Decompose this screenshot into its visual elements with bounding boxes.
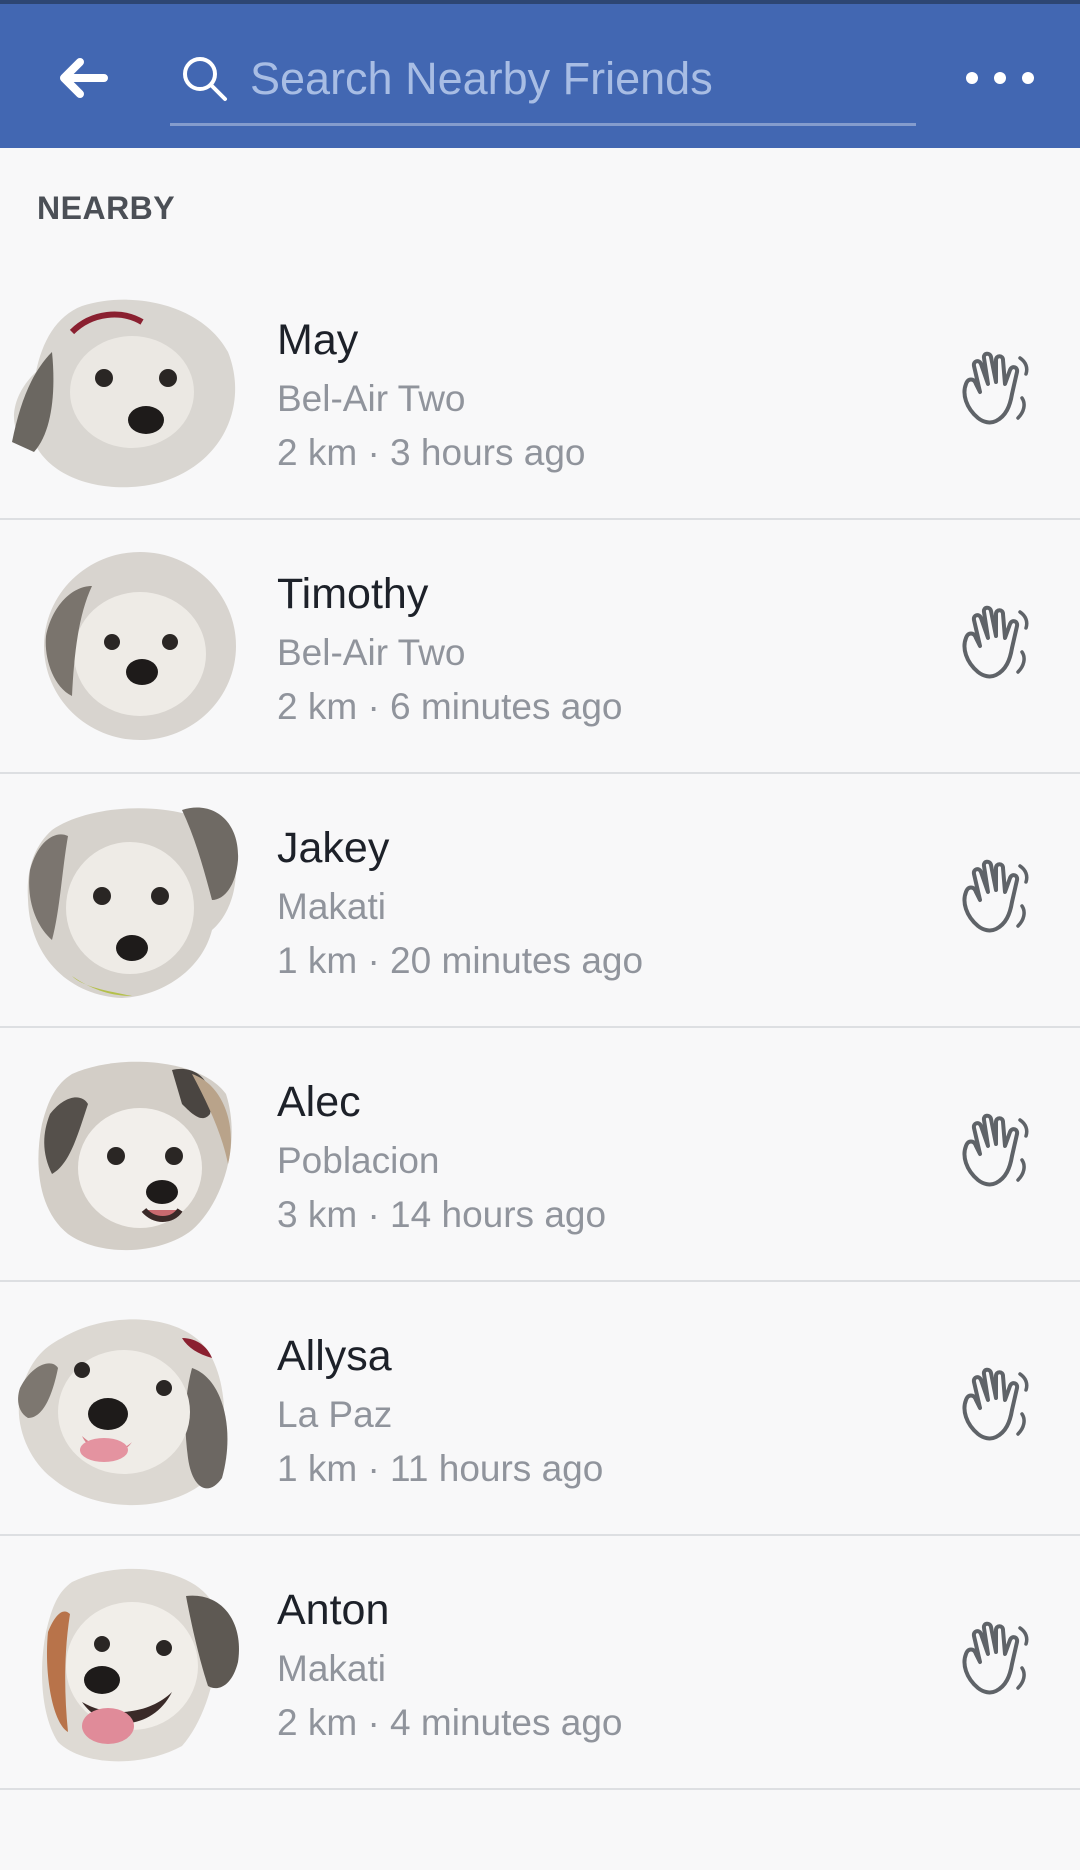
more-horizontal-icon: [994, 72, 1006, 84]
wave-hand-icon: [962, 351, 1029, 425]
search-icon: [183, 57, 227, 101]
friend-distance-time: 2 km · 3 hours ago: [277, 432, 586, 473]
friend-distance-time: 2 km · 6 minutes ago: [277, 686, 623, 727]
top-bar: [0, 0, 1080, 148]
friend-name: Anton: [277, 1586, 390, 1634]
friend-distance-time: 1 km · 20 minutes ago: [277, 940, 644, 981]
friend-row[interactable]: Alec Poblacion 3 km · 14 hours ago: [0, 1028, 1080, 1282]
wave-hand-icon: [962, 605, 1029, 679]
more-horizontal-icon: [1022, 72, 1034, 84]
wave-button[interactable]: [950, 342, 1042, 434]
friend-name: Jakey: [277, 824, 390, 872]
friend-row[interactable]: May Bel-Air Two 2 km · 3 hours ago: [0, 266, 1080, 520]
avatar[interactable]: [12, 1308, 240, 1508]
wave-hand-icon: [962, 859, 1029, 933]
friend-row[interactable]: Allysa La Paz 1 km · 11 hours ago: [0, 1282, 1080, 1536]
avatar[interactable]: [12, 1054, 240, 1254]
wave-hand-icon: [962, 1621, 1029, 1695]
friend-location: La Paz: [277, 1394, 393, 1435]
friend-location: Makati: [277, 886, 386, 927]
friend-name: Allysa: [277, 1332, 392, 1380]
avatar[interactable]: [12, 1562, 240, 1762]
friend-distance-time: 2 km · 4 minutes ago: [277, 1702, 623, 1743]
friend-name: Timothy: [277, 570, 429, 618]
wave-button[interactable]: [950, 1612, 1042, 1704]
friend-location: Poblacion: [277, 1140, 440, 1181]
wave-button[interactable]: [950, 1358, 1042, 1450]
more-horizontal-icon: [966, 72, 978, 84]
friend-location: Bel-Air Two: [277, 378, 466, 419]
friend-name: May: [277, 316, 359, 364]
back-button[interactable]: [52, 50, 112, 106]
section-title-nearby: NEARBY: [37, 190, 176, 226]
wave-button[interactable]: [950, 596, 1042, 688]
search-bar: [170, 42, 916, 126]
friend-row[interactable]: Anton Makati 2 km · 4 minutes ago: [0, 1536, 1080, 1790]
avatar[interactable]: [12, 292, 240, 492]
friend-name: Alec: [277, 1078, 361, 1126]
avatar[interactable]: [12, 800, 240, 1000]
wave-hand-icon: [962, 1113, 1029, 1187]
wave-button[interactable]: [950, 850, 1042, 942]
friend-row[interactable]: Jakey Makati 1 km · 20 minutes ago: [0, 774, 1080, 1028]
wave-hand-icon: [962, 1367, 1029, 1441]
friend-distance-time: 3 km · 14 hours ago: [277, 1194, 607, 1235]
friend-distance-time: 1 km · 11 hours ago: [277, 1448, 604, 1489]
avatar[interactable]: [12, 546, 240, 746]
friend-row[interactable]: Timothy Bel-Air Two 2 km · 6 minutes ago: [0, 520, 1080, 774]
back-arrow-icon: [60, 58, 108, 98]
friend-list: May Bel-Air Two 2 km · 3 hours ago Timot…: [0, 266, 1080, 1790]
search-input[interactable]: [250, 46, 890, 112]
wave-button[interactable]: [950, 1104, 1042, 1196]
friend-location: Makati: [277, 1648, 386, 1689]
friend-location: Bel-Air Two: [277, 632, 466, 673]
more-options-button[interactable]: [966, 56, 1034, 100]
